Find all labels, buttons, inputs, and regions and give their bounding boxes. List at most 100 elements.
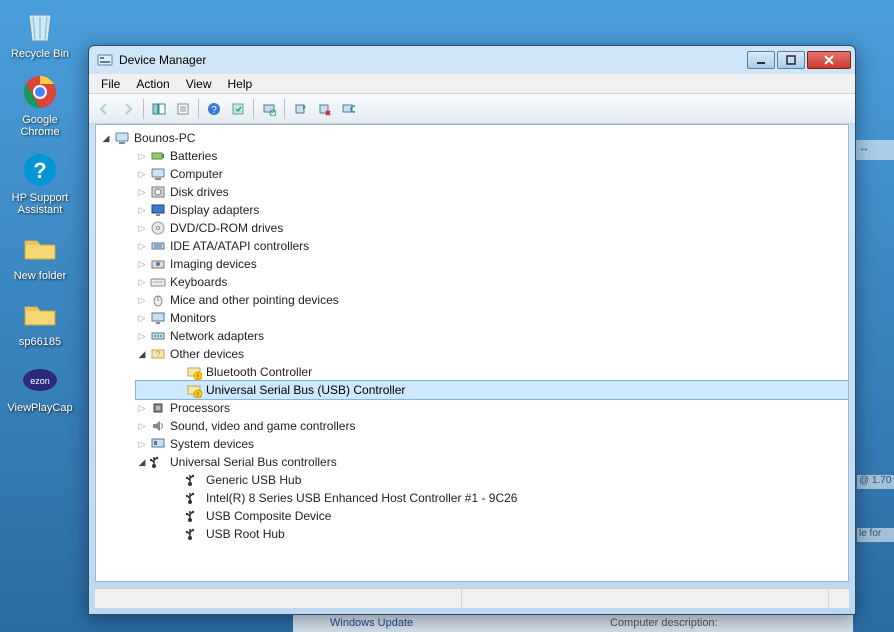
minimize-button[interactable] xyxy=(747,51,775,69)
tree-item[interactable]: ◢ Bounos-PC xyxy=(100,129,848,147)
bg-fragment: ↔ xyxy=(856,140,894,160)
expand-icon[interactable]: ▷ xyxy=(136,204,148,216)
tree-item[interactable]: ▷ Monitors xyxy=(118,309,848,327)
chrome-icon xyxy=(20,72,60,112)
tree-item[interactable]: ▷ System devices xyxy=(118,435,848,453)
desktop-icon-sp66185[interactable]: sp66185 xyxy=(4,294,76,348)
tree-item-label: Bluetooth Controller xyxy=(206,365,312,379)
cpu-icon xyxy=(150,400,166,416)
statusbar xyxy=(95,588,849,608)
collapse-icon[interactable]: ◢ xyxy=(100,132,112,144)
tree-item-label: USB Composite Device xyxy=(206,509,331,523)
expand-icon[interactable]: ▷ xyxy=(136,402,148,414)
tree-item[interactable]: ▷Mice and other pointing devices xyxy=(118,291,848,309)
tree-item[interactable]: ◢?Other devices xyxy=(118,345,848,363)
scan-button[interactable] xyxy=(258,98,280,120)
expand-icon[interactable]: ▷ xyxy=(136,276,148,288)
hp-icon: ? xyxy=(20,150,60,190)
folder-icon xyxy=(20,294,60,334)
forward-button[interactable] xyxy=(117,98,139,120)
tree-item-label: System devices xyxy=(170,437,254,451)
collapse-icon[interactable]: ◢ xyxy=(136,348,148,360)
warn-icon: ! xyxy=(186,364,202,380)
tree-item[interactable]: USB Composite Device xyxy=(136,507,848,525)
expand-icon[interactable]: ▷ xyxy=(136,420,148,432)
tree-item[interactable]: ! Bluetooth Controller xyxy=(136,363,848,381)
show-hide-tree-button[interactable] xyxy=(148,98,170,120)
tree-item[interactable]: ▷ Imaging devices xyxy=(118,255,848,273)
scan-hardware-button[interactable] xyxy=(337,98,359,120)
expand-icon[interactable]: ▷ xyxy=(136,294,148,306)
battery-icon xyxy=(150,148,166,164)
action-button[interactable] xyxy=(227,98,249,120)
tree-item-label: USB Root Hub xyxy=(206,527,285,541)
usb-icon xyxy=(186,472,202,488)
expand-icon[interactable]: ▷ xyxy=(136,438,148,450)
tree-item[interactable]: ◢Universal Serial Bus controllers xyxy=(118,453,848,471)
maximize-button[interactable] xyxy=(777,51,805,69)
app-icon xyxy=(97,52,113,68)
expand-icon[interactable]: ▷ xyxy=(136,258,148,270)
menu-view[interactable]: View xyxy=(178,76,220,92)
other-icon: ? xyxy=(150,346,166,362)
desktop-icon-chrome[interactable]: Google Chrome xyxy=(4,72,76,138)
uninstall-button[interactable] xyxy=(313,98,335,120)
tree-item[interactable]: ▷ Display adapters xyxy=(118,201,848,219)
tree-item[interactable]: ▷Sound, video and game controllers xyxy=(118,417,848,435)
tree-item[interactable]: Intel(R) 8 Series USB Enhanced Host Cont… xyxy=(136,489,848,507)
tree-item[interactable]: ▷Computer xyxy=(118,165,848,183)
tree-item[interactable]: ▷ Batteries xyxy=(118,147,848,165)
tree-item-label: Monitors xyxy=(170,311,216,325)
warn-icon: ! xyxy=(186,382,202,398)
desktop-icon-label: Recycle Bin xyxy=(11,48,69,60)
expand-icon[interactable]: ▷ xyxy=(136,186,148,198)
desktop-icon-label: Google Chrome xyxy=(4,114,76,138)
recycle-bin-icon xyxy=(20,6,60,46)
tree-item[interactable]: ▷IDE ATA/ATAPI controllers xyxy=(118,237,848,255)
desktop-icon-viewplaycap[interactable]: ezon ViewPlayCap xyxy=(4,360,76,414)
properties-button[interactable] xyxy=(172,98,194,120)
display-icon xyxy=(150,202,166,218)
tree-item[interactable]: !Universal Serial Bus (USB) Controller xyxy=(136,381,848,399)
tree-item[interactable]: ▷Disk drives xyxy=(118,183,848,201)
update-driver-button[interactable] xyxy=(289,98,311,120)
expand-icon[interactable]: ▷ xyxy=(136,240,148,252)
collapse-icon[interactable]: ◢ xyxy=(136,456,148,468)
device-manager-window: Device Manager File Action View Help ? ◢… xyxy=(88,45,856,615)
close-button[interactable] xyxy=(807,51,851,69)
expand-icon[interactable]: ▷ xyxy=(136,222,148,234)
expand-icon[interactable]: ▷ xyxy=(136,168,148,180)
tree-item-label: DVD/CD-ROM drives xyxy=(170,221,283,235)
tree-item[interactable]: Generic USB Hub xyxy=(136,471,848,489)
tree-item[interactable]: ▷ DVD/CD-ROM drives xyxy=(118,219,848,237)
menu-file[interactable]: File xyxy=(93,76,128,92)
help-button[interactable]: ? xyxy=(203,98,225,120)
tree-item-label: Bounos-PC xyxy=(134,131,195,145)
content-area: ◢ Bounos-PC ▷ Batteries ▷Computer▷Disk drive… xyxy=(95,124,849,582)
desktop-icon-new-folder[interactable]: New folder xyxy=(4,228,76,282)
bg-computer-description-label: Computer description: xyxy=(610,617,718,629)
expand-icon[interactable]: ▷ xyxy=(136,312,148,324)
toolbar-separator xyxy=(253,99,254,119)
menu-help[interactable]: Help xyxy=(220,76,261,92)
menu-action[interactable]: Action xyxy=(128,76,177,92)
svg-text:?: ? xyxy=(211,105,217,116)
desktop-icon-recycle-bin[interactable]: Recycle Bin xyxy=(4,6,76,60)
tree-item-label: Batteries xyxy=(170,149,217,163)
usb-icon xyxy=(186,490,202,506)
tree-item[interactable]: ▷Network adapters xyxy=(118,327,848,345)
tree-item[interactable]: ▷Processors xyxy=(118,399,848,417)
titlebar[interactable]: Device Manager xyxy=(89,46,855,74)
expand-icon[interactable]: ▷ xyxy=(136,150,148,162)
back-button[interactable] xyxy=(93,98,115,120)
tree-item-label: Imaging devices xyxy=(170,257,257,271)
tree-item[interactable]: USB Root Hub xyxy=(136,525,848,543)
tree-item-label: Intel(R) 8 Series USB Enhanced Host Cont… xyxy=(206,491,517,505)
device-tree[interactable]: ◢ Bounos-PC ▷ Batteries ▷Computer▷Disk drive… xyxy=(96,125,848,547)
tree-item[interactable]: ▷Keyboards xyxy=(118,273,848,291)
desktop-icon-label: ViewPlayCap xyxy=(7,402,72,414)
tree-item-label: Display adapters xyxy=(170,203,259,217)
tree-item-label: Generic USB Hub xyxy=(206,473,301,487)
desktop-icon-hp-support[interactable]: ? HP Support Assistant xyxy=(4,150,76,216)
expand-icon[interactable]: ▷ xyxy=(136,330,148,342)
